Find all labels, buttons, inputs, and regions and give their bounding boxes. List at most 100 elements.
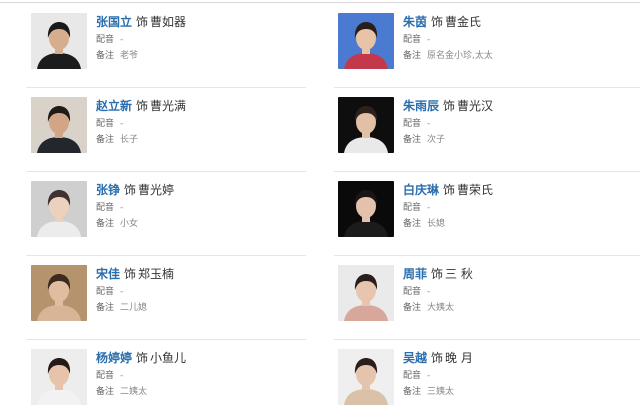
row-divider xyxy=(26,171,306,172)
dub-line: 配音 - xyxy=(96,118,336,131)
portrait-image xyxy=(31,181,87,237)
note-value: 长子 xyxy=(120,135,139,145)
row-divider xyxy=(334,87,640,88)
portrait-image xyxy=(338,349,394,405)
cast-item: 张国立饰曹如器 配音 - 备注 老爷 xyxy=(31,13,339,75)
dub-label: 配音 xyxy=(403,203,422,213)
row-divider xyxy=(26,339,306,340)
as-label: 饰 xyxy=(443,183,456,197)
note-label: 备注 xyxy=(403,51,422,61)
actor-name-link[interactable]: 朱雨辰 xyxy=(403,99,439,113)
actor-photo[interactable] xyxy=(338,181,394,237)
dub-label: 配音 xyxy=(403,287,422,297)
note-label: 备注 xyxy=(96,135,115,145)
as-label: 饰 xyxy=(136,15,149,29)
portrait-image xyxy=(338,181,394,237)
row-divider xyxy=(334,339,640,340)
note-value: 长媳 xyxy=(427,219,446,229)
dub-label: 配音 xyxy=(403,35,422,45)
actor-photo[interactable] xyxy=(31,13,87,69)
note-line: 备注 长媳 xyxy=(403,218,640,231)
dub-line: 配音 - xyxy=(403,34,640,47)
note-line: 备注 三姨太 xyxy=(403,386,640,399)
actor-name-link[interactable]: 张国立 xyxy=(96,15,132,29)
actor-photo[interactable] xyxy=(31,265,87,321)
dub-label: 配音 xyxy=(96,371,115,381)
note-value: 三姨太 xyxy=(427,387,455,397)
cast-item: 周菲饰三 秋 配音 - 备注 大姨太 xyxy=(338,265,640,327)
dub-line: 配音 - xyxy=(96,34,336,47)
cast-list: 张国立饰曹如器 配音 - 备注 老爷 朱茵饰曹金氏 配音 - 备注 原名金小珍,太太 赵… xyxy=(0,0,640,405)
role-name: 晚 月 xyxy=(445,351,473,365)
actor-name-link[interactable]: 宋佳 xyxy=(96,267,120,281)
row-divider xyxy=(26,87,306,88)
role-name: 曹荣氏 xyxy=(457,183,494,197)
actor-name-link[interactable]: 杨婷婷 xyxy=(96,351,132,365)
note-value: 大姨太 xyxy=(427,303,455,313)
actor-photo[interactable] xyxy=(31,349,87,405)
row-divider xyxy=(26,255,306,256)
role-name: 三 秋 xyxy=(445,267,473,281)
actor-name-link[interactable]: 赵立新 xyxy=(96,99,132,113)
note-label: 备注 xyxy=(403,219,422,229)
portrait-image xyxy=(31,97,87,153)
as-label: 饰 xyxy=(431,351,444,365)
dub-label: 配音 xyxy=(96,35,115,45)
cast-item: 朱茵饰曹金氏 配音 - 备注 原名金小珍,太太 xyxy=(338,13,640,75)
note-label: 备注 xyxy=(403,303,422,313)
actor-photo[interactable] xyxy=(31,181,87,237)
cast-item: 吴越饰晚 月 配音 - 备注 三姨太 xyxy=(338,349,640,411)
cast-item: 宋佳饰郑玉楠 配音 - 备注 二儿媳 xyxy=(31,265,339,327)
note-line: 备注 原名金小珍,太太 xyxy=(403,50,640,63)
dub-line: 配音 - xyxy=(96,202,336,215)
note-label: 备注 xyxy=(96,303,115,313)
note-value: 原名金小珍,太太 xyxy=(427,51,493,61)
dub-value: - xyxy=(120,287,124,297)
dub-line: 配音 - xyxy=(403,370,640,383)
actor-name-link[interactable]: 吴越 xyxy=(403,351,427,365)
dub-value: - xyxy=(120,119,124,129)
as-label: 饰 xyxy=(124,183,137,197)
actor-photo[interactable] xyxy=(338,265,394,321)
actor-name-link[interactable]: 白庆琳 xyxy=(403,183,439,197)
as-label: 饰 xyxy=(431,267,444,281)
actor-photo[interactable] xyxy=(338,97,394,153)
note-line: 备注 二儿媳 xyxy=(96,302,336,315)
note-value: 二姨太 xyxy=(120,387,148,397)
actor-photo[interactable] xyxy=(338,13,394,69)
dub-label: 配音 xyxy=(96,119,115,129)
dub-value: - xyxy=(427,119,431,129)
as-label: 饰 xyxy=(431,15,444,29)
note-line: 备注 老爷 xyxy=(96,50,336,63)
dub-value: - xyxy=(120,35,124,45)
dub-label: 配音 xyxy=(96,287,115,297)
note-label: 备注 xyxy=(96,51,115,61)
actor-photo[interactable] xyxy=(31,97,87,153)
note-value: 老爷 xyxy=(120,51,139,61)
note-value: 二儿媳 xyxy=(120,303,148,313)
note-value: 次子 xyxy=(427,135,446,145)
role-name: 曹光汉 xyxy=(457,99,494,113)
dub-label: 配音 xyxy=(403,371,422,381)
cast-item: 张铮饰曹光婷 配音 - 备注 小女 xyxy=(31,181,339,243)
dub-line: 配音 - xyxy=(403,118,640,131)
row-divider xyxy=(334,171,640,172)
dub-line: 配音 - xyxy=(403,286,640,299)
dub-value: - xyxy=(120,203,124,213)
note-label: 备注 xyxy=(403,135,422,145)
actor-name-link[interactable]: 张铮 xyxy=(96,183,120,197)
as-label: 饰 xyxy=(443,99,456,113)
note-label: 备注 xyxy=(96,387,115,397)
portrait-image xyxy=(338,97,394,153)
dub-line: 配音 - xyxy=(96,370,336,383)
role-name: 曹光满 xyxy=(150,99,187,113)
note-line: 备注 大姨太 xyxy=(403,302,640,315)
dub-value: - xyxy=(427,287,431,297)
actor-photo[interactable] xyxy=(338,349,394,405)
cast-item: 赵立新饰曹光满 配音 - 备注 长子 xyxy=(31,97,339,159)
actor-name-link[interactable]: 朱茵 xyxy=(403,15,427,29)
note-line: 备注 小女 xyxy=(96,218,336,231)
row-divider xyxy=(334,255,640,256)
role-name: 小鱼儿 xyxy=(150,351,187,365)
actor-name-link[interactable]: 周菲 xyxy=(403,267,427,281)
